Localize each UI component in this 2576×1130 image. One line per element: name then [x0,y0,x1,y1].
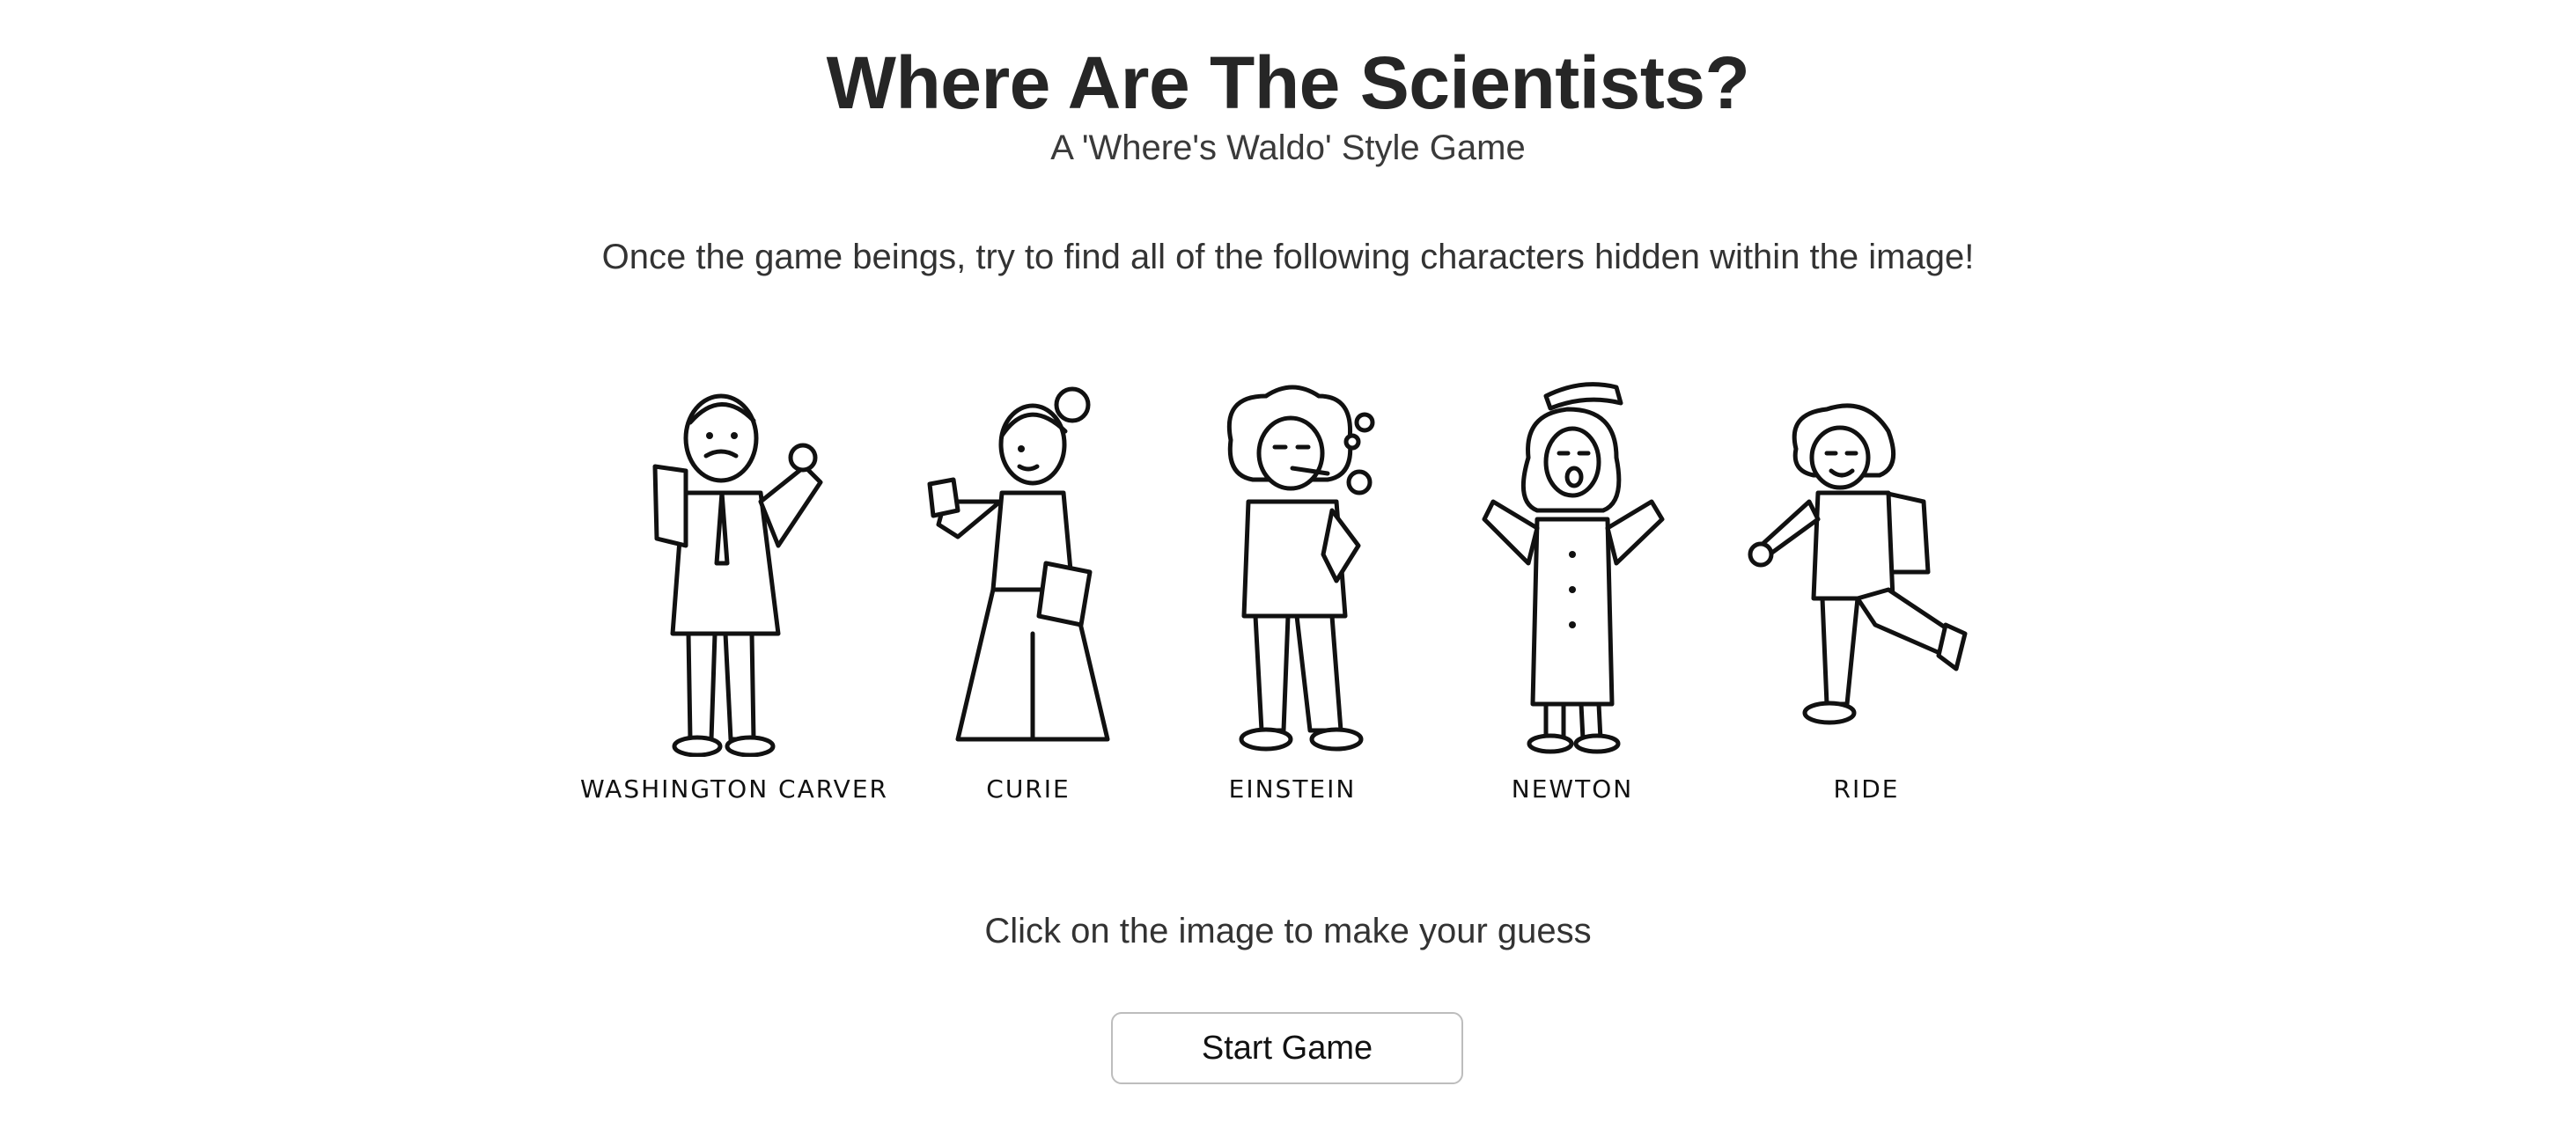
page-subtitle: A 'Where's Waldo' Style Game [1050,128,1526,167]
character-washington-carver: WASHINGTON CARVER [580,370,887,827]
character-curie: CURIE [896,370,1160,827]
character-lineup: WASHINGTON CARVER CURIE EINSTEIN NEWTON … [0,370,2576,827]
character-ride: RIDE [1734,370,1998,827]
einstein-illustration [1226,385,1375,752]
ride-illustration [1748,403,1968,725]
character-einstein: EINSTEIN [1160,370,1424,827]
washington-carver-illustration [652,393,823,757]
character-label: RIDE [1833,774,1900,803]
start-game-button[interactable]: Start Game [1111,1012,1463,1084]
hint-text: Click on the image to make your guess [984,912,1592,950]
character-label: WASHINGTON CARVER [580,774,888,803]
character-newton: NEWTON [1440,370,1704,827]
curie-illustration [927,386,1110,742]
instructions-text: Once the game beings, try to find all of… [601,238,1975,276]
newton-illustration [1482,382,1665,754]
page-title: Where Are The Scientists? [826,41,1750,124]
character-label: NEWTON [1511,774,1634,803]
